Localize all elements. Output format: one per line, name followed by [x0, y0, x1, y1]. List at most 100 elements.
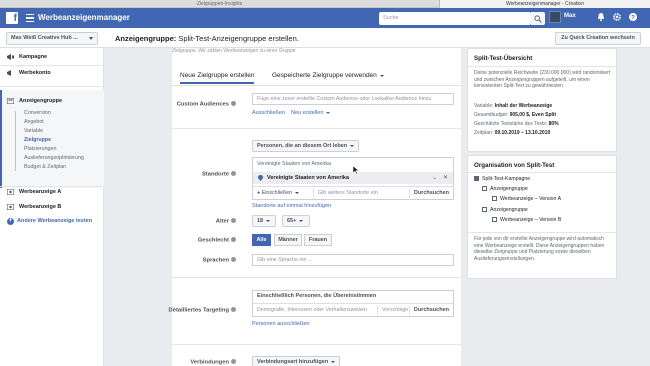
account-selector[interactable]: Max Weiß Creative Hub ...	[6, 32, 98, 45]
menu-icon[interactable]	[26, 14, 34, 22]
create-new-audience-link[interactable]: Neu erstellen	[291, 110, 331, 116]
exclude-people-link[interactable]: Personen ausschließen	[252, 321, 309, 327]
sidebar-subitem-angebot[interactable]: Angebot	[24, 118, 44, 126]
connections-label: Verbindungen	[190, 359, 236, 366]
gear-icon[interactable]	[612, 12, 622, 22]
organisation-note: Für jede von dir erstellte Anzeigengrupp…	[474, 236, 605, 262]
overview-key: Zeitplan:	[474, 130, 494, 136]
divider	[468, 232, 618, 233]
chevron-down-icon	[266, 219, 271, 222]
gender-women-button[interactable]: Frauen	[304, 234, 332, 246]
browser-tab-insights[interactable]: Zielgruppen-Insights	[0, 0, 440, 8]
add-connection-label: Verbindungsart hinzufügen	[257, 359, 329, 365]
location-browse-button[interactable]: Durchsuchen	[408, 189, 449, 198]
sidebar-subitem-conversion[interactable]: Conversion	[24, 109, 51, 117]
detailed-targeting-label: Detailliertes Targeting	[169, 307, 236, 314]
location-search-input[interactable]: Gib weitere Standorte ein	[313, 189, 409, 198]
tab-new-audience[interactable]: Neue Zielgruppe erstellen	[180, 70, 255, 84]
chevron-down-icon	[299, 219, 304, 222]
close-icon[interactable]: ✕	[443, 174, 448, 181]
org-ad-a: Werbeanzeige – Version A	[492, 196, 561, 202]
search-input[interactable]: Suche	[379, 12, 531, 25]
connections-label-text: Verbindungen	[190, 359, 229, 366]
sidebar-item-adgroup[interactable]: Anzeigengruppe	[0, 94, 104, 108]
adgroup-icon	[482, 207, 487, 212]
sidebar-item-adaccount[interactable]: Werbekonto	[0, 66, 104, 80]
sidebar-item-ad-a[interactable]: Werbeanzeige A	[0, 185, 104, 199]
location-pin-icon: ●	[257, 190, 261, 196]
sidebar: Kampagne Werbekonto Anzeigengruppe Conve…	[0, 48, 104, 366]
sidebar-item-label: Werbeanzeige A	[19, 189, 62, 195]
org-ad-label: Werbeanzeige – Version B	[500, 217, 562, 223]
org-adgroup-b: Anzeigengruppe	[482, 207, 528, 213]
tab-saved-audience[interactable]: Gespeicherte Zielgruppe verwenden	[272, 70, 384, 82]
overview-key: Variable:	[474, 103, 494, 109]
sidebar-subitem-budget[interactable]: Budget & Zeitplan	[24, 163, 66, 171]
gender-label-text: Geschlecht	[197, 237, 229, 244]
exclude-audience-link[interactable]: Ausschließen	[252, 110, 285, 116]
sub-header: Max Weiß Creative Hub ... Anzeigengruppe…	[0, 28, 650, 48]
notifications-bell-icon[interactable]	[596, 12, 606, 22]
tree-line	[15, 111, 16, 171]
divider	[0, 86, 104, 87]
selected-location: Vereinigte Staaten von Amerika	[267, 175, 350, 181]
detailed-browse-button[interactable]: Durchsuchen	[408, 306, 449, 315]
include-mode-dropdown[interactable]: ● Einschließen	[257, 190, 300, 196]
language-input[interactable]: Gib eine Sprache ein ...	[252, 254, 454, 266]
overview-key: Geschätzte Teststärke des Tests:	[474, 121, 548, 127]
overview-value: 80%	[548, 121, 559, 127]
help-icon[interactable]: ?	[628, 12, 638, 22]
divider	[172, 128, 461, 129]
detailed-targeting-label-text: Detailliertes Targeting	[168, 307, 229, 314]
age-min-select[interactable]: 18	[252, 215, 276, 227]
adgroup-icon	[7, 98, 14, 104]
sidebar-item-label: Kampagne	[19, 54, 48, 60]
facebook-logo-icon[interactable]: f	[6, 12, 18, 24]
user-name[interactable]: Max	[564, 13, 576, 19]
overview-variable: Variable: Inhalt der Werbeanzeige	[474, 103, 552, 109]
languages-label-text: Sprachen	[202, 257, 229, 264]
info-icon[interactable]	[231, 237, 236, 242]
divider	[172, 344, 461, 345]
divider	[468, 66, 618, 67]
add-connection-dropdown[interactable]: Verbindungsart hinzufügen	[252, 356, 341, 366]
add-ad-test-button[interactable]: + Andere Werbeanzeige testen	[0, 214, 104, 228]
sidebar-subitem-variable[interactable]: Variable	[24, 127, 43, 135]
chevron-down-icon[interactable]: ⌄	[432, 174, 437, 181]
quick-creation-button[interactable]: Zu Quick Creation wechseln	[555, 32, 641, 45]
sidebar-subitem-auslieferung[interactable]: Auslieferungsoptimierung	[24, 154, 84, 162]
info-icon[interactable]	[231, 359, 236, 364]
info-icon[interactable]	[231, 218, 236, 223]
detailed-targeting-input[interactable]: Demografie, Interessen oder Verhaltenswe…	[257, 307, 367, 313]
audience-form: Zielgruppe. Wir zählen Werbeanzeigen zu …	[169, 48, 461, 366]
info-icon[interactable]	[231, 257, 236, 262]
detailed-targeting-header: Einschließlich Personen, die Übereinstim…	[257, 293, 377, 299]
page-title: Anzeigengruppe: Split-Test-Anzeigengrupp…	[115, 34, 299, 43]
locations-label-text: Standorte	[201, 171, 229, 178]
browser-tab-creation[interactable]: Werbeanzeigenmanager - Creation	[440, 0, 650, 8]
clipped-description: Zielgruppe. Wir zählen Werbeanzeigen zu …	[172, 48, 296, 54]
bulk-add-locations-link[interactable]: Standorte auf einmal hinzufügen	[252, 203, 331, 209]
gender-all-button[interactable]: Alle	[252, 234, 271, 246]
search-button[interactable]	[531, 12, 545, 25]
org-adgroup-label: Anzeigengruppe	[490, 207, 528, 213]
languages-label: Sprachen	[203, 257, 236, 264]
page-title-text: Split-Test-Anzeigengruppe erstellen.	[178, 34, 299, 43]
sidebar-item-ad-b[interactable]: Werbeanzeige B	[0, 200, 104, 214]
divider	[172, 85, 461, 86]
avatar[interactable]	[549, 11, 561, 23]
locations-label: Standorte	[202, 171, 236, 178]
custom-audience-input[interactable]: Füge eine zuvor erstellte Custom Audienc…	[252, 93, 454, 105]
info-icon[interactable]	[231, 307, 236, 312]
suggestions-button[interactable]: Vorschläge	[377, 306, 408, 315]
overview-value: Inhalt der Werbeanzeige	[494, 103, 553, 109]
browser-tab-strip: Zielgruppen-Insights Werbeanzeigenmanage…	[0, 0, 650, 8]
info-icon[interactable]	[231, 171, 236, 176]
location-type-dropdown[interactable]: Personen, die an diesem Ort leben	[252, 140, 360, 152]
info-icon[interactable]	[231, 101, 236, 106]
sidebar-item-campaign[interactable]: Kampagne	[0, 50, 104, 64]
sidebar-subitem-platzierungen[interactable]: Platzierungen	[24, 145, 56, 153]
age-max-select[interactable]: 65+	[282, 215, 310, 227]
gender-men-button[interactable]: Männer	[274, 234, 302, 246]
sidebar-subitem-zielgruppe[interactable]: Zielgruppe	[24, 136, 51, 144]
